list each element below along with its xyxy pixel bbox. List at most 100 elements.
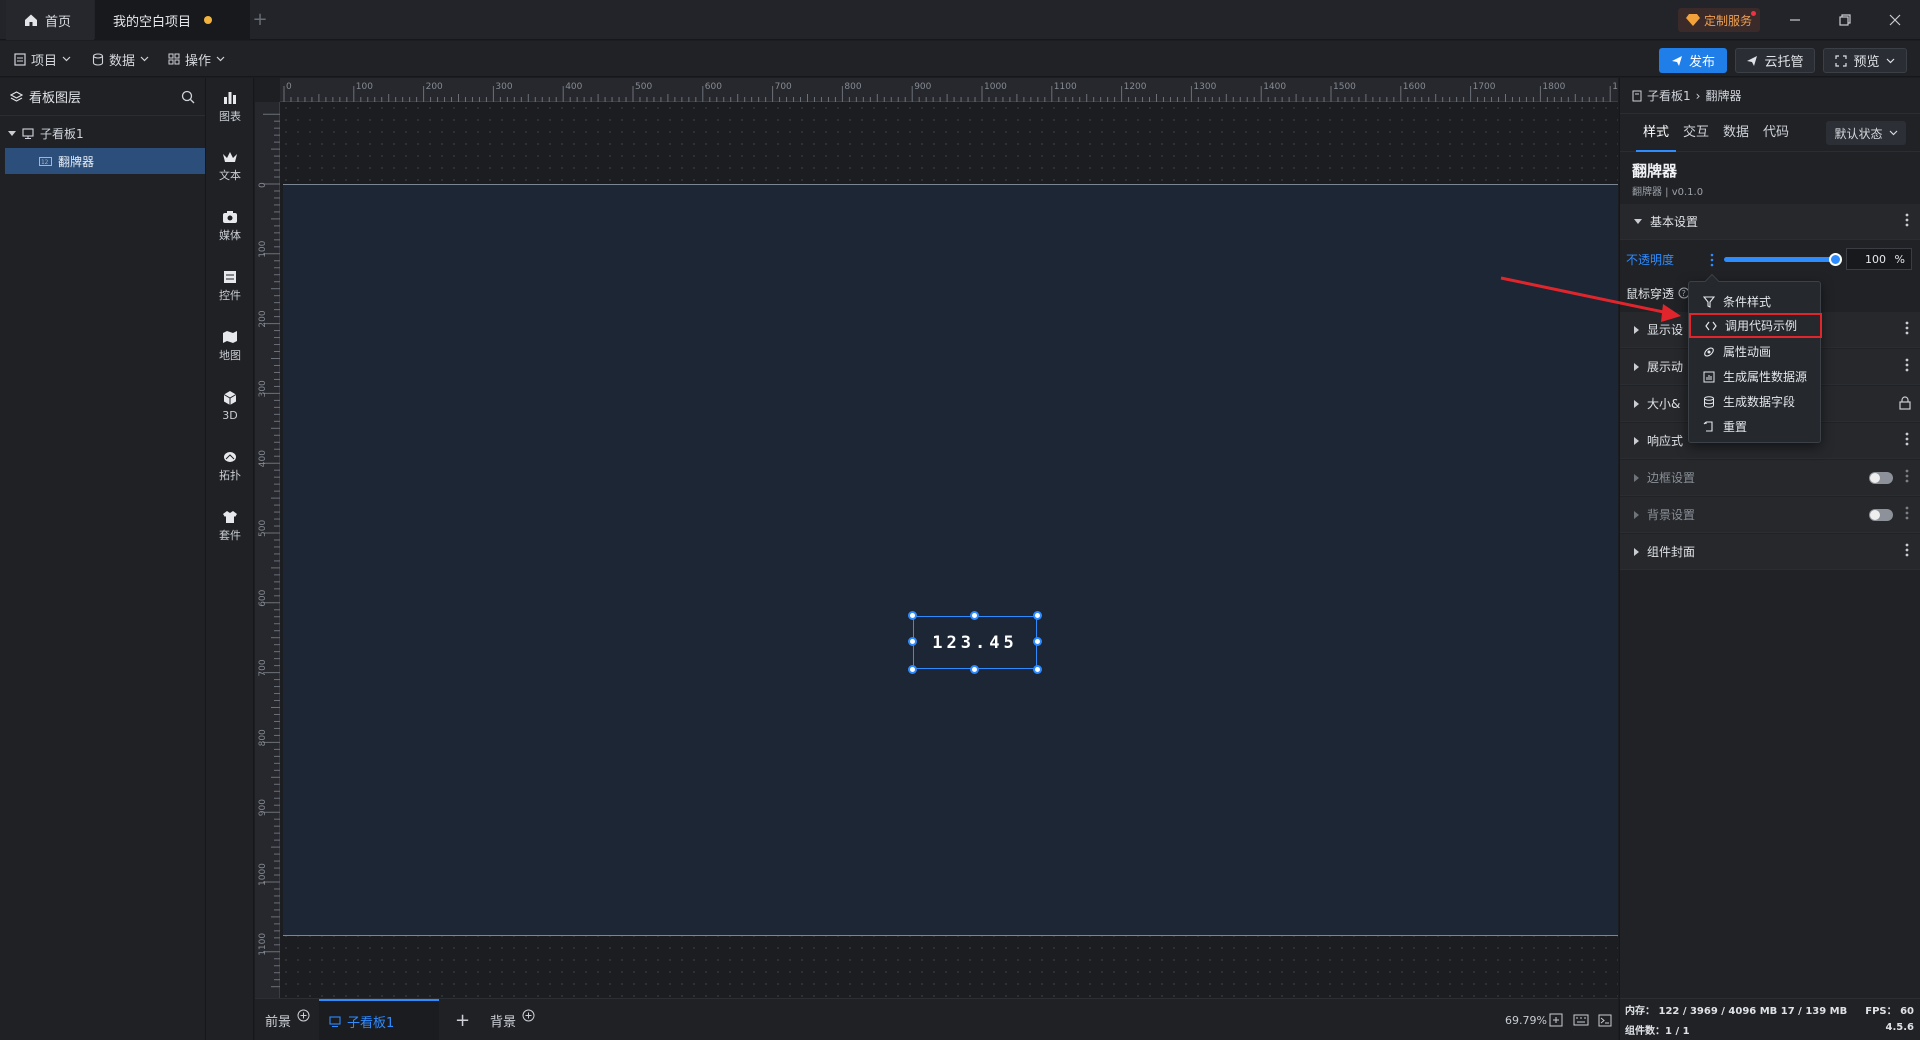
slider-handle[interactable]: [1829, 253, 1842, 266]
menu-item-label: 属性动画: [1723, 345, 1772, 359]
breadcrumb-item[interactable]: 子看板1: [1647, 87, 1691, 104]
custom-service-label: 定制服务: [1704, 13, 1753, 28]
comp-media[interactable]: 媒体: [206, 198, 254, 254]
comp-text[interactable]: 文本: [206, 138, 254, 194]
new-tab-button[interactable]: +: [246, 6, 274, 34]
resize-handle[interactable]: [1033, 665, 1042, 674]
property-tabs: 样式 交互 数据 代码 默认状态: [1620, 114, 1920, 152]
section-cover[interactable]: 组件封面: [1620, 534, 1920, 570]
tree-item-flipper[interactable]: 12 翻牌器: [5, 148, 205, 174]
canvas-stage[interactable]: 123.45: [280, 102, 1618, 998]
tab-project[interactable]: 我的空白项目: [95, 0, 250, 40]
menu-item-reset[interactable]: 重置: [1689, 414, 1822, 439]
border-toggle[interactable]: [1869, 472, 1893, 484]
section-border[interactable]: 边框设置: [1620, 460, 1920, 496]
ruler-label: 800: [844, 82, 861, 92]
menu-operation[interactable]: 操作: [168, 41, 225, 77]
resize-handle[interactable]: [970, 665, 979, 674]
custom-service-button[interactable]: 定制服务: [1678, 8, 1761, 32]
ruler-label: 0: [258, 182, 268, 188]
preview-label: 预览: [1853, 55, 1880, 70]
comp-topology[interactable]: 拓扑: [206, 438, 254, 494]
menu-item-gen-data-field[interactable]: 生成数据字段: [1689, 389, 1822, 414]
more-vertical-icon[interactable]: [1905, 542, 1909, 558]
menu-data[interactable]: 数据: [92, 41, 149, 77]
tab-sub-board[interactable]: 子看板1: [319, 999, 439, 1040]
flipper-value: 123.45: [932, 632, 1018, 653]
menu-project[interactable]: 项目: [14, 41, 71, 77]
more-vertical-icon[interactable]: [1905, 505, 1909, 521]
fit-screen-icon[interactable]: [1549, 999, 1563, 1040]
resize-handle[interactable]: [908, 665, 917, 674]
resize-handle[interactable]: [1033, 611, 1042, 620]
comp-control[interactable]: 控件: [206, 258, 254, 314]
ruler-label: 600: [258, 589, 268, 606]
publish-button[interactable]: 发布: [1659, 48, 1727, 73]
add-circle-icon[interactable]: [522, 1009, 535, 1022]
comp-media-label: 媒体: [219, 228, 241, 242]
add-circle-icon[interactable]: [297, 1009, 310, 1022]
section-basic[interactable]: 基本设置: [1620, 204, 1920, 240]
section-background[interactable]: 背景设置: [1620, 497, 1920, 533]
more-vertical-icon[interactable]: [1905, 468, 1909, 484]
tab-background[interactable]: 背景: [490, 999, 535, 1040]
more-vertical-icon[interactable]: [1905, 357, 1909, 373]
state-select[interactable]: 默认状态: [1826, 121, 1906, 145]
tab-style[interactable]: 样式: [1636, 114, 1676, 152]
opacity-slider[interactable]: [1724, 253, 1842, 266]
comp-chart[interactable]: 图表: [206, 78, 254, 134]
tree-item-label: 子看板1: [40, 126, 84, 141]
chevron-down-icon: [62, 56, 71, 62]
ruler-label: 400: [258, 450, 268, 467]
map-icon: [222, 330, 238, 344]
monitor-icon: [22, 127, 34, 139]
zoom-label: 69.79%: [1505, 1013, 1547, 1027]
search-icon[interactable]: [181, 90, 195, 104]
restore-button[interactable]: [1820, 0, 1870, 40]
cloud-host-button[interactable]: 云托管: [1735, 48, 1815, 73]
caret-down-icon: [8, 130, 16, 136]
tree-item-sub-board[interactable]: 子看板1: [0, 120, 205, 146]
ruler-label: 1700: [1473, 82, 1496, 92]
tab-home[interactable]: 首页: [6, 0, 94, 40]
resize-handle[interactable]: [970, 611, 979, 620]
animation-icon: [1703, 346, 1715, 358]
keyboard-icon[interactable]: [1573, 999, 1589, 1040]
comp-map[interactable]: 地图: [206, 318, 254, 374]
menu-item-property-animation[interactable]: 属性动画: [1689, 339, 1822, 364]
toolbar: 项目 数据 操作 发布 云托管 预览: [0, 41, 1920, 77]
background-toggle[interactable]: [1869, 509, 1893, 521]
fps-status: FPS： 60: [1865, 1006, 1914, 1017]
comp-3d[interactable]: 3D: [206, 378, 254, 434]
sub-board-canvas[interactable]: 123.45: [283, 184, 1618, 936]
flipper-widget[interactable]: 123.45: [908, 611, 1042, 674]
comp-topology-label: 拓扑: [219, 468, 241, 482]
ruler-left: 0 100 200 300 400 500 600 700 800 900 1000 1100: [255, 102, 280, 998]
zoom-level[interactable]: 69.79%: [1505, 999, 1547, 1040]
breadcrumb-item: 翻牌器: [1705, 89, 1742, 103]
resize-handle[interactable]: [908, 637, 917, 646]
terminal-icon[interactable]: [1598, 999, 1612, 1040]
tab-foreground[interactable]: 前景: [265, 999, 310, 1040]
more-vertical-icon[interactable]: [1905, 431, 1909, 447]
preview-button[interactable]: 预览: [1823, 48, 1907, 73]
tab-code[interactable]: 代码: [1756, 114, 1796, 152]
menu-item-call-code-example[interactable]: 调用代码示例: [1689, 313, 1822, 338]
opacity-input[interactable]: 100 %: [1846, 248, 1912, 270]
notify-dot: [1751, 11, 1757, 16]
minimize-button[interactable]: [1770, 0, 1820, 40]
more-vertical-icon[interactable]: [1905, 212, 1909, 228]
resize-handle[interactable]: [908, 611, 917, 620]
add-board-button[interactable]: +: [455, 999, 470, 1040]
home-icon: [24, 13, 38, 27]
close-button[interactable]: [1870, 0, 1920, 40]
tab-interaction[interactable]: 交互: [1676, 114, 1716, 152]
more-vertical-icon[interactable]: [1905, 320, 1909, 336]
resize-handle[interactable]: [1033, 637, 1042, 646]
tab-data[interactable]: 数据: [1716, 114, 1756, 152]
menu-item-condition-style[interactable]: 条件样式: [1689, 289, 1822, 314]
opacity-menu-icon[interactable]: [1710, 253, 1714, 267]
comp-suite[interactable]: 套件: [206, 498, 254, 554]
menu-item-gen-property-source[interactable]: 生成属性数据源: [1689, 364, 1822, 389]
lock-icon[interactable]: [1899, 396, 1911, 410]
